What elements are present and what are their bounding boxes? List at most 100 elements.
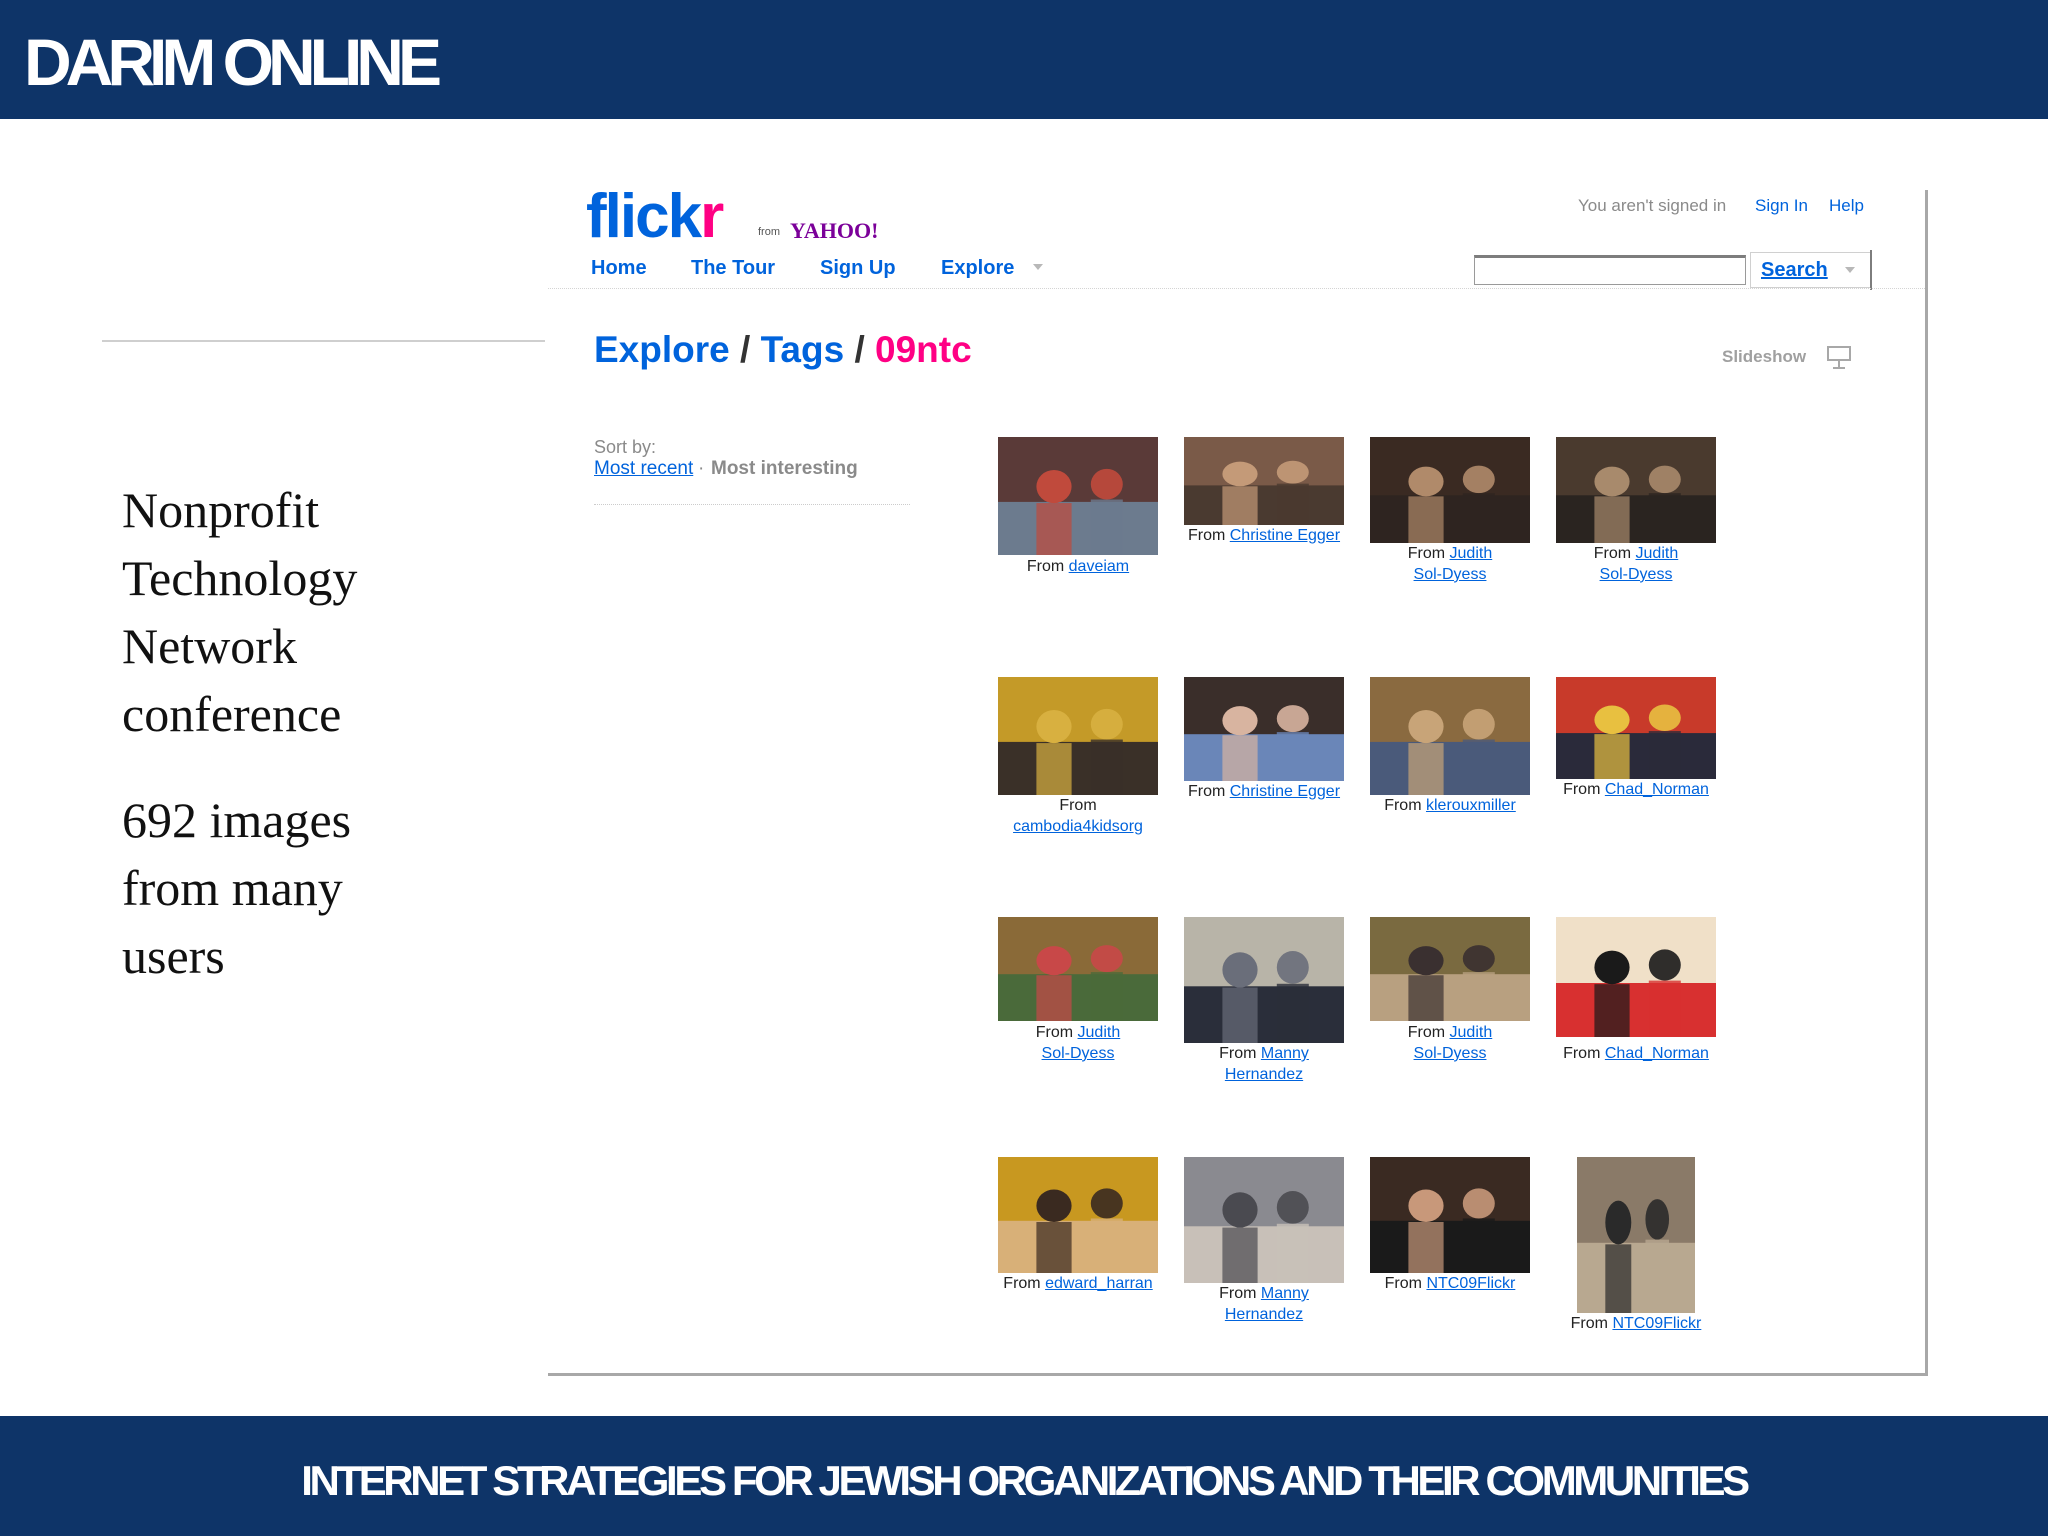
caption-from-label: From <box>1219 1285 1261 1302</box>
photo-thumbnail[interactable] <box>1577 1157 1695 1313</box>
photo-owner-link[interactable]: cambodia4kidsorg <box>1013 818 1143 835</box>
photo-caption: From daveiam <box>986 556 1170 577</box>
photo-thumbnail[interactable] <box>1184 677 1344 781</box>
photo-thumbnail[interactable] <box>1184 437 1344 525</box>
caption-from-label: From <box>1035 1024 1078 1041</box>
photo-caption: From Chad_Norman <box>1544 779 1728 800</box>
photo-caption: From Christine Egger <box>1172 781 1356 802</box>
side-text-count: 692 images from many users <box>122 792 352 984</box>
photo-owner-link[interactable]: Chad_Norman <box>1605 1045 1709 1062</box>
breadcrumb-separator: / <box>729 329 761 370</box>
nav-explore[interactable]: Explore <box>941 256 1014 280</box>
photo-owner-link[interactable]: Sol-Dyess <box>1414 1045 1487 1062</box>
photo-caption: From NTC09Flickr <box>1358 1273 1542 1294</box>
photo-owner-link[interactable]: Judith <box>1450 1024 1493 1041</box>
sort-separator: · <box>698 458 705 479</box>
photo-owner-link[interactable]: Sol-Dyess <box>1414 566 1487 583</box>
caption-from-label: From <box>1570 1315 1613 1332</box>
caption-from-label: From <box>1219 1045 1261 1062</box>
search-input[interactable] <box>1474 255 1746 285</box>
caption-from-label: From <box>1384 797 1426 814</box>
photo-owner-link[interactable]: Manny <box>1261 1285 1309 1302</box>
slideshow-link[interactable]: Slideshow <box>1722 347 1806 367</box>
photo-thumbnail[interactable] <box>1370 437 1530 543</box>
photo-thumbnail[interactable] <box>1370 677 1530 795</box>
breadcrumb-explore[interactable]: Explore <box>594 329 730 370</box>
logo-r-text: r <box>700 182 724 251</box>
photo-owner-link[interactable]: Sol-Dyess <box>1042 1045 1115 1062</box>
photo-thumbnail[interactable] <box>1370 917 1530 1021</box>
breadcrumb-current-tag: 09ntc <box>875 329 972 370</box>
nav-the-tour[interactable]: The Tour <box>691 256 775 280</box>
photo-caption: From Chad_Norman <box>1544 1043 1728 1064</box>
photo-owner-link[interactable]: Christine Egger <box>1230 783 1340 800</box>
photo-thumbnail[interactable] <box>998 437 1158 555</box>
photo-caption: From Judith Sol-Dyess <box>986 1022 1170 1064</box>
caption-from-label: From <box>1384 1275 1427 1292</box>
help-link[interactable]: Help <box>1829 196 1864 216</box>
photo-owner-link[interactable]: Manny <box>1261 1045 1309 1062</box>
photo-caption: From edward_harran <box>986 1273 1170 1294</box>
photo-owner-link[interactable]: NTC09Flickr <box>1426 1275 1515 1292</box>
photo-owner-link[interactable]: Judith <box>1450 545 1493 562</box>
photo-owner-link[interactable]: Hernandez <box>1225 1306 1303 1323</box>
photo-thumbnail[interactable] <box>998 917 1158 1021</box>
photo-thumbnail[interactable] <box>1184 1157 1344 1283</box>
photo-owner-link[interactable]: NTC09Flickr <box>1612 1315 1701 1332</box>
logo-from-text: from <box>758 226 780 238</box>
photo-owner-link[interactable]: Chad_Norman <box>1605 781 1709 798</box>
logo-flick-text: flick <box>586 182 702 251</box>
divider <box>102 340 545 342</box>
photo-owner-link[interactable]: klerouxmiller <box>1426 797 1516 814</box>
caption-from-label: From <box>1563 1045 1605 1062</box>
side-text-conference: Nonprofit Technology Network conference <box>122 482 358 742</box>
caption-from-label: From <box>1026 558 1069 575</box>
sort-most-interesting[interactable]: Most interesting <box>711 458 858 480</box>
tagline: INTERNET STRATEGIES FOR JEWISH ORGANIZAT… <box>301 1457 1750 1504</box>
breadcrumb: Explore / Tags / 09ntc <box>594 328 972 372</box>
search-button-label: Search <box>1761 259 1828 281</box>
brand-title: DARIM ONLINE <box>24 25 442 99</box>
sort-divider <box>594 504 910 505</box>
photo-thumbnail[interactable] <box>1370 1157 1530 1273</box>
photo-caption: From Judith Sol-Dyess <box>1544 543 1728 585</box>
caption-from-label: From <box>1563 781 1605 798</box>
photo-thumbnail[interactable] <box>1556 917 1716 1037</box>
sign-in-link[interactable]: Sign In <box>1755 196 1808 216</box>
chevron-down-icon[interactable] <box>1845 267 1855 273</box>
sort-label: Sort by: <box>594 437 657 457</box>
photo-caption: From NTC09Flickr <box>1544 1313 1728 1334</box>
photo-caption: From cambodia4kidsorg <box>986 795 1170 837</box>
search-button[interactable]: Search <box>1750 252 1872 288</box>
photo-owner-link[interactable]: edward_harran <box>1045 1275 1153 1292</box>
screenshot-border-bottom <box>548 1373 1928 1376</box>
photo-thumbnail[interactable] <box>998 677 1158 795</box>
caption-from-label: From <box>1003 1275 1046 1292</box>
photo-thumbnail[interactable] <box>998 1157 1158 1273</box>
nav-home[interactable]: Home <box>591 256 647 280</box>
caption-from-label: From <box>1407 1024 1450 1041</box>
nav-sign-up[interactable]: Sign Up <box>820 256 896 280</box>
photo-caption: From klerouxmiller <box>1358 795 1542 816</box>
photo-owner-link[interactable]: Judith <box>1078 1024 1121 1041</box>
photo-owner-link[interactable]: Sol-Dyess <box>1600 566 1673 583</box>
photo-owner-link[interactable]: daveiam <box>1069 558 1129 575</box>
photo-thumbnail[interactable] <box>1184 917 1344 1043</box>
chevron-down-icon[interactable] <box>1033 264 1043 270</box>
header-divider <box>548 288 1925 289</box>
caption-from-label: From <box>1187 783 1230 800</box>
photo-caption: From Manny Hernandez <box>1172 1043 1356 1085</box>
search-border <box>1870 250 1872 290</box>
photo-owner-link[interactable]: Hernandez <box>1225 1066 1303 1083</box>
breadcrumb-tags[interactable]: Tags <box>761 329 845 370</box>
photo-owner-link[interactable]: Judith <box>1636 545 1679 562</box>
screenshot-border-right <box>1925 190 1928 1376</box>
photo-thumbnail[interactable] <box>1556 677 1716 779</box>
slideshow-icon[interactable] <box>1826 344 1852 370</box>
photo-thumbnail[interactable] <box>1556 437 1716 543</box>
sort-most-recent[interactable]: Most recent <box>594 458 693 480</box>
caption-from-label: From <box>1059 797 1097 814</box>
caption-from-label: From <box>1407 545 1450 562</box>
photo-owner-link[interactable]: Christine Egger <box>1230 527 1340 544</box>
caption-from-label: From <box>1187 527 1230 544</box>
